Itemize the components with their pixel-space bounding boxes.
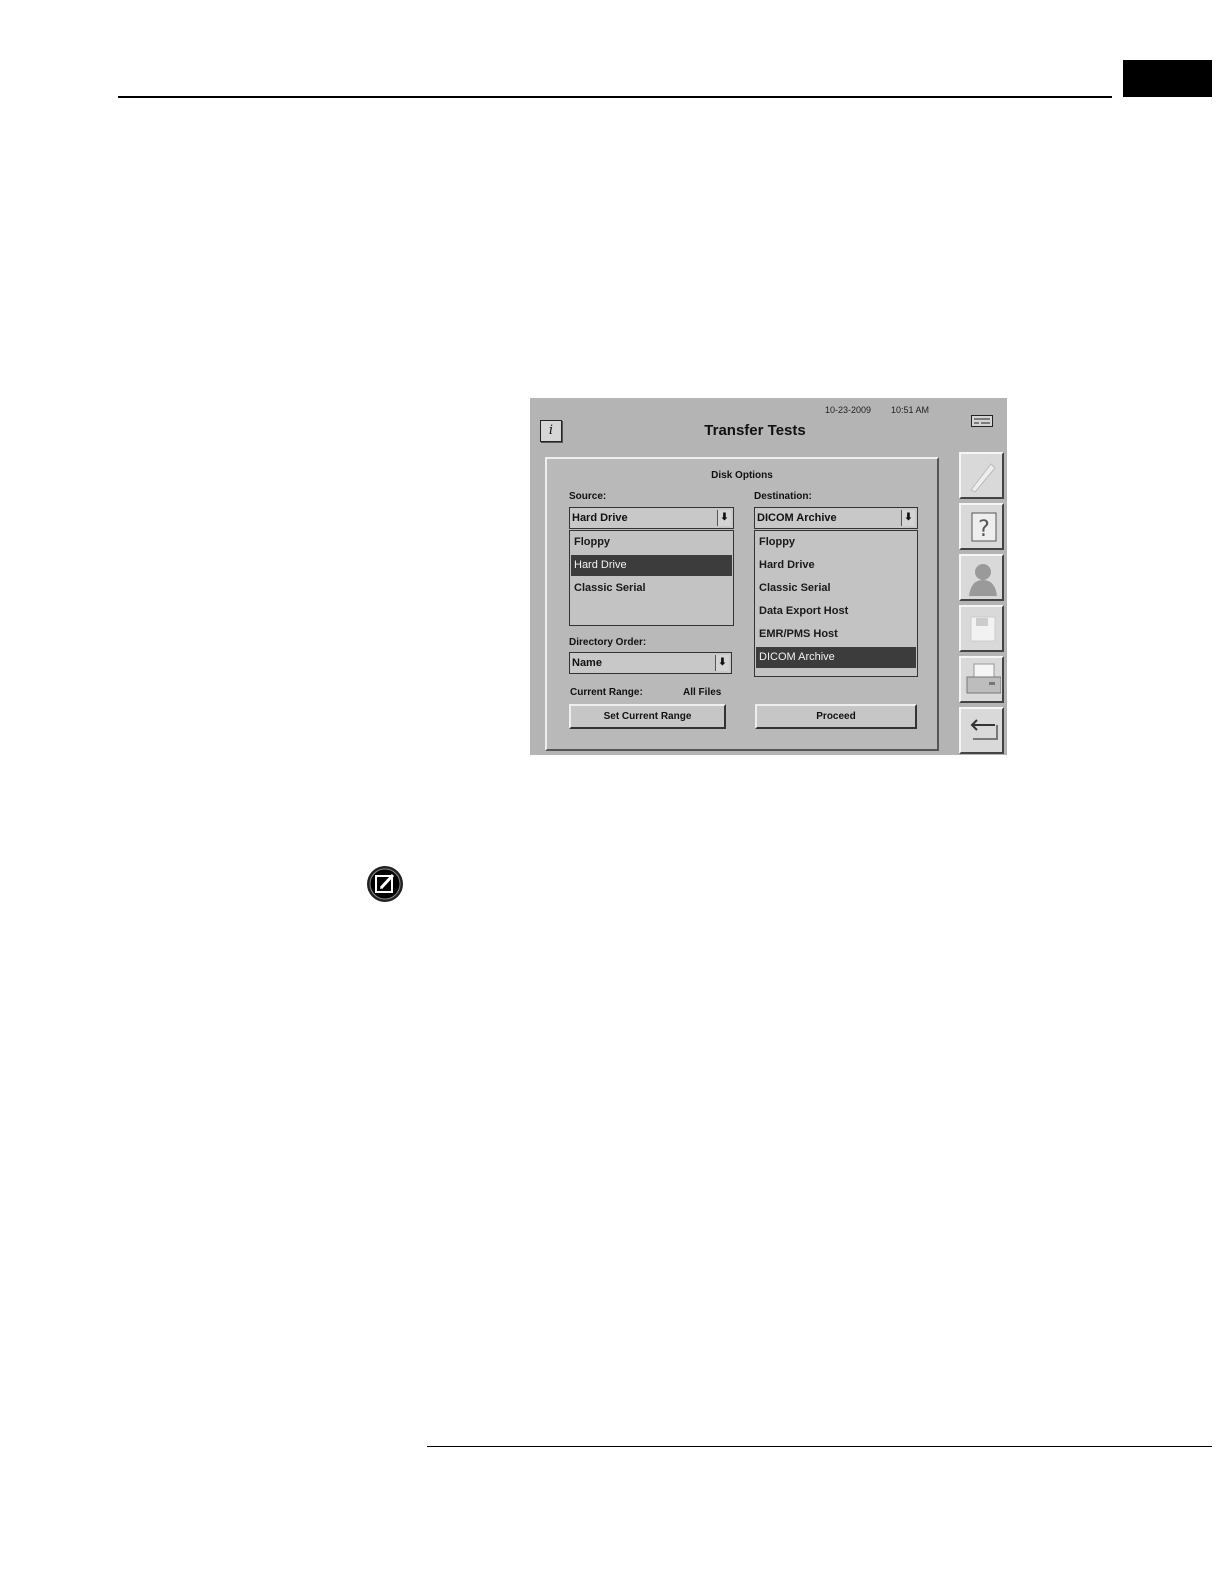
destination-option-emr-pms-host[interactable]: EMR/PMS Host bbox=[756, 624, 916, 645]
patient-icon bbox=[969, 564, 997, 596]
tool-sidebar: ? bbox=[957, 450, 1007, 755]
pen-button[interactable] bbox=[959, 452, 1004, 499]
destination-value: DICOM Archive bbox=[757, 512, 837, 524]
return-button[interactable] bbox=[959, 707, 1004, 754]
date-display: 10-23-2009 bbox=[825, 405, 872, 415]
pen-icon bbox=[970, 463, 996, 493]
info-button[interactable]: i bbox=[540, 420, 562, 442]
patient-button[interactable] bbox=[959, 554, 1004, 601]
source-value: Hard Drive bbox=[572, 512, 628, 524]
current-range-value: All Files bbox=[683, 687, 722, 698]
destination-option-dicom-archive[interactable]: DICOM Archive bbox=[756, 647, 916, 668]
keyboard-icon[interactable] bbox=[971, 415, 993, 427]
destination-dropdown[interactable]: DICOM Archive ⬇ bbox=[754, 507, 918, 529]
source-option-classic-serial[interactable]: Classic Serial bbox=[571, 578, 732, 599]
window-title: Transfer Tests bbox=[704, 422, 806, 439]
help-button[interactable]: ? bbox=[959, 503, 1004, 550]
source-dropdown[interactable]: Hard Drive ⬇ bbox=[569, 507, 734, 529]
set-current-range-button[interactable]: Set Current Range bbox=[569, 704, 726, 729]
destination-option-floppy[interactable]: Floppy bbox=[756, 532, 916, 553]
footer-rule bbox=[427, 1446, 1212, 1447]
help-icon: ? bbox=[971, 512, 997, 542]
printer-icon bbox=[966, 663, 1001, 694]
directory-order-dropdown[interactable]: Name ⬇ bbox=[569, 652, 732, 674]
destination-option-data-export-host[interactable]: Data Export Host bbox=[756, 601, 916, 622]
disk-icon bbox=[970, 616, 996, 642]
svg-text:?: ? bbox=[978, 517, 990, 542]
destination-option-classic-serial[interactable]: Classic Serial bbox=[756, 578, 916, 599]
destination-list[interactable]: Floppy Hard Drive Classic Serial Data Ex… bbox=[754, 530, 918, 677]
section-tab bbox=[1123, 60, 1212, 97]
directory-order-value: Name bbox=[572, 657, 602, 669]
note-icon bbox=[367, 866, 403, 902]
time-display: 10:51 AM bbox=[891, 405, 930, 415]
source-option-hard-drive[interactable]: Hard Drive bbox=[571, 555, 732, 576]
current-range-label: Current Range: bbox=[570, 687, 643, 698]
panel-title: Disk Options bbox=[711, 470, 773, 481]
chevron-down-icon[interactable]: ⬇ bbox=[715, 655, 729, 671]
destination-option-hard-drive[interactable]: Hard Drive bbox=[756, 555, 916, 576]
destination-label: Destination: bbox=[754, 491, 812, 502]
return-icon bbox=[970, 719, 998, 740]
header-rule bbox=[118, 96, 1112, 98]
source-label: Source: bbox=[569, 491, 607, 502]
disk-button[interactable] bbox=[959, 605, 1004, 652]
chevron-down-icon[interactable]: ⬇ bbox=[901, 510, 915, 526]
printer-button[interactable] bbox=[959, 656, 1004, 703]
proceed-button[interactable]: Proceed bbox=[755, 704, 917, 729]
source-option-floppy[interactable]: Floppy bbox=[571, 532, 732, 553]
disk-options-panel: Disk Options Source: Hard Drive ⬇ Floppy… bbox=[545, 457, 939, 751]
chevron-down-icon[interactable]: ⬇ bbox=[717, 510, 731, 526]
transfer-tests-window: 10-23-2009 10:51 AM i Transfer Tests Dis… bbox=[530, 398, 1007, 755]
directory-order-label: Directory Order: bbox=[569, 637, 647, 648]
source-list[interactable]: Floppy Hard Drive Classic Serial bbox=[569, 530, 734, 626]
